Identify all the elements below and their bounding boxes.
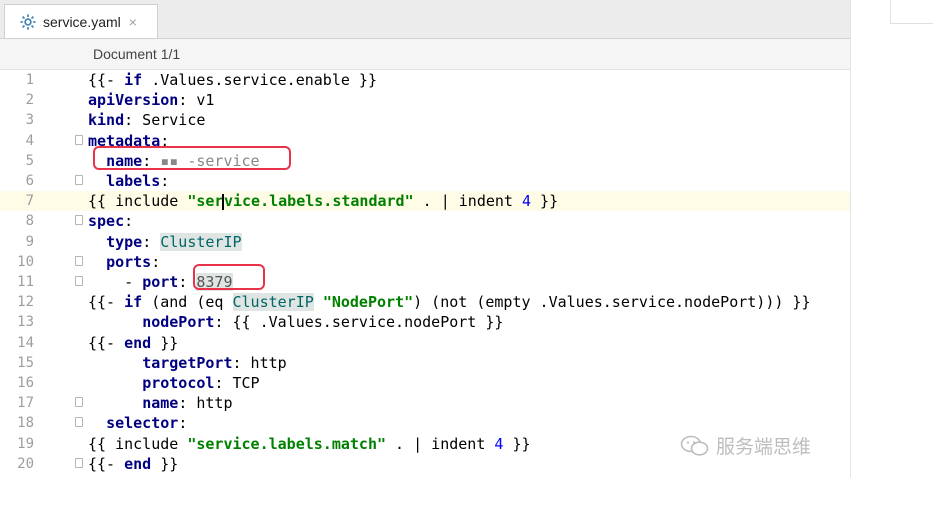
line-number: 10: [17, 253, 34, 270]
code-line: 18 selector:: [0, 413, 850, 433]
fold-icon[interactable]: [75, 457, 83, 468]
gear-icon: [20, 13, 36, 30]
highlight-box-port: [193, 264, 265, 290]
line-number: 11: [17, 274, 34, 290]
line-number: 12: [17, 294, 34, 311]
code-line: 17 name: http: [0, 393, 850, 413]
code-line: 11 - port: 8379: [0, 272, 850, 292]
line-number: 14: [17, 334, 34, 351]
window-corner: [890, 0, 933, 24]
line-number: 15: [17, 354, 34, 371]
code-line: 9 type: ClusterIP: [0, 232, 850, 252]
fold-icon[interactable]: [75, 255, 83, 266]
line-number: 3: [25, 112, 34, 129]
fold-icon[interactable]: [75, 134, 83, 145]
fold-icon[interactable]: [75, 397, 83, 408]
line-number: 8: [25, 213, 34, 230]
editor-window: service.yaml × Document 1/1 1 {{- if .Va…: [0, 0, 851, 478]
line-number: 6: [25, 173, 34, 189]
highlight-box-name: [93, 146, 291, 170]
tab-title: service.yaml: [43, 13, 121, 30]
code-line-current: 7 {{ include "service.labels.standard" .…: [0, 191, 850, 212]
line-number: 17: [17, 395, 34, 412]
tab-service-yaml[interactable]: service.yaml ×: [4, 4, 158, 38]
code-line: 14 {{- end }}: [0, 333, 850, 353]
code-line: 6 labels:: [0, 171, 850, 191]
line-number: 18: [17, 415, 34, 432]
fold-icon[interactable]: [75, 175, 83, 185]
code-line: 12 {{- if (and (eq ClusterIP "NodePort")…: [0, 292, 850, 312]
code-line: 3 kind: Service: [0, 110, 850, 130]
line-number: 9: [25, 233, 34, 250]
code-line: 8 spec:: [0, 211, 850, 231]
fold-icon[interactable]: [75, 276, 83, 286]
line-number: 1: [25, 72, 34, 88]
code-line: 1 {{- if .Values.service.enable }}: [0, 70, 850, 90]
wechat-icon: [680, 435, 709, 456]
line-number: 2: [25, 92, 34, 109]
watermark: 服务端思维: [680, 432, 811, 459]
breadcrumb: Document 1/1: [0, 39, 850, 70]
watermark-text: 服务端思维: [716, 436, 812, 458]
line-number: 4: [25, 132, 34, 149]
line-number: 20: [17, 455, 34, 472]
line-number: 5: [25, 152, 34, 169]
code-line: 16 protocol: TCP: [0, 373, 850, 393]
breadcrumb-label[interactable]: Document 1/1: [93, 46, 180, 62]
line-number: 16: [17, 375, 34, 391]
line-number: 19: [17, 435, 34, 452]
tab-bar: service.yaml ×: [0, 0, 850, 39]
fold-icon[interactable]: [75, 417, 83, 428]
code-area[interactable]: 1 {{- if .Values.service.enable }} 2 api…: [0, 70, 850, 478]
code-line: 2 apiVersion: v1: [0, 90, 850, 110]
code-line: 13 nodePort: {{ .Values.service.nodePort…: [0, 312, 850, 332]
line-number: 13: [17, 314, 34, 331]
code-line: 10 ports:: [0, 252, 850, 272]
fold-icon[interactable]: [75, 215, 83, 226]
text-cursor: [222, 193, 224, 210]
close-icon[interactable]: ×: [129, 14, 137, 30]
line-number: 7: [25, 193, 34, 210]
code-line: 15 targetPort: http: [0, 353, 850, 373]
